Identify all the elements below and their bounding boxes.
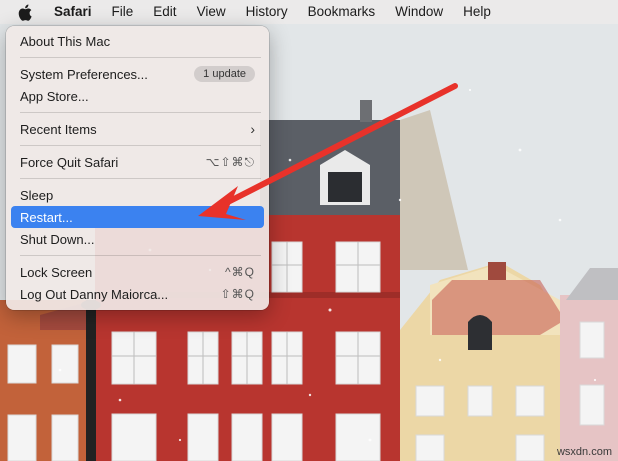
menu-edit[interactable]: Edit <box>143 0 186 24</box>
watermark: wsxdn.com <box>556 446 612 458</box>
menu-separator <box>20 112 261 113</box>
menu-item-about-this-mac[interactable]: About This Mac <box>11 30 264 52</box>
menu-separator <box>20 145 261 146</box>
menu-separator <box>20 255 261 256</box>
apple-logo-icon[interactable] <box>14 0 36 24</box>
keyboard-shortcut: ⌥⇧⌘⎋ <box>205 154 255 169</box>
menu-item-recent-items[interactable]: Recent Items › <box>11 118 264 140</box>
menu-item-app-store[interactable]: App Store... <box>11 85 264 107</box>
menu-item-label: Log Out Danny Maiorca... <box>20 286 169 302</box>
menu-item-log-out[interactable]: Log Out Danny Maiorca... ⇧⌘Q <box>11 283 264 305</box>
menu-item-system-preferences[interactable]: System Preferences... 1 update <box>11 63 264 85</box>
menu-help[interactable]: Help <box>453 0 501 24</box>
menu-bar: Safari File Edit View History Bookmarks … <box>0 0 618 24</box>
keyboard-shortcut: ^⌘Q <box>225 265 255 279</box>
menu-item-label: Lock Screen <box>20 264 93 280</box>
menu-item-label: App Store... <box>20 88 89 104</box>
menu-file[interactable]: File <box>102 0 144 24</box>
menu-item-shut-down[interactable]: Shut Down... <box>11 228 264 250</box>
menu-item-lock-screen[interactable]: Lock Screen ^⌘Q <box>11 261 264 283</box>
apple-menu-dropdown: About This Mac System Preferences... 1 u… <box>6 26 269 310</box>
menu-item-force-quit[interactable]: Force Quit Safari ⌥⇧⌘⎋ <box>11 151 264 173</box>
menu-item-label: Restart... <box>20 209 73 225</box>
menu-history[interactable]: History <box>236 0 298 24</box>
menu-window[interactable]: Window <box>385 0 453 24</box>
keyboard-shortcut: ⇧⌘Q <box>220 287 255 301</box>
menu-bookmarks[interactable]: Bookmarks <box>298 0 386 24</box>
menu-item-label: Recent Items <box>20 121 97 137</box>
update-badge: 1 update <box>194 66 255 82</box>
chevron-right-icon: › <box>250 121 255 137</box>
menu-separator <box>20 178 261 179</box>
menu-view[interactable]: View <box>187 0 236 24</box>
menu-item-sleep[interactable]: Sleep <box>11 184 264 206</box>
menu-safari[interactable]: Safari <box>44 0 102 24</box>
menu-item-restart[interactable]: Restart... <box>11 206 264 228</box>
menu-item-label: Sleep <box>20 187 54 203</box>
menu-item-label: About This Mac <box>20 33 111 49</box>
menu-separator <box>20 57 261 58</box>
menu-item-label: Force Quit Safari <box>20 154 119 170</box>
menu-item-label: Shut Down... <box>20 231 95 247</box>
menu-item-label: System Preferences... <box>20 66 148 82</box>
